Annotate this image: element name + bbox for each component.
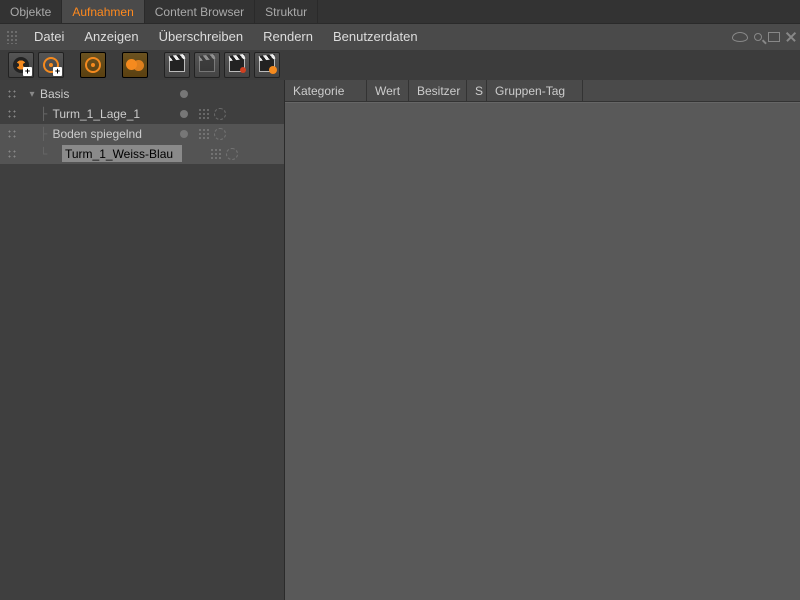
tree-row-root[interactable]: ▾ Basis xyxy=(0,84,284,104)
menu-override[interactable]: Überschreiben xyxy=(149,24,254,50)
clapperboard-icon xyxy=(169,58,185,72)
visibility-dots-icon[interactable] xyxy=(6,108,18,120)
take-label[interactable]: Boden spiegelnd xyxy=(52,127,141,141)
menu-userdata[interactable]: Benutzerdaten xyxy=(323,24,428,50)
document-tabbar: Objekte Aufnahmen Content Browser Strukt… xyxy=(0,0,800,24)
take-label[interactable]: Basis xyxy=(40,87,69,101)
attributes-header: Kategorie Wert Besitzer S Gruppen-Tag xyxy=(285,80,800,102)
status-dot-icon[interactable] xyxy=(180,130,188,138)
render-queue-button[interactable] xyxy=(254,52,280,78)
visibility-dots-icon[interactable] xyxy=(6,148,18,160)
tab-objects[interactable]: Objekte xyxy=(0,0,62,23)
settings-icon[interactable] xyxy=(214,128,226,140)
clapperboard-reel-icon xyxy=(259,58,275,72)
takes-toolbar: + + xyxy=(0,50,800,80)
camera-target-icon xyxy=(85,57,101,73)
attributes-panel: Kategorie Wert Besitzer S Gruppen-Tag xyxy=(285,80,800,600)
tab-structure[interactable]: Struktur xyxy=(255,0,318,23)
menu-view[interactable]: Anzeigen xyxy=(74,24,148,50)
render-take-button[interactable] xyxy=(164,52,190,78)
tab-content-browser[interactable]: Content Browser xyxy=(145,0,255,23)
tree-branch-icon: ├ xyxy=(40,127,52,141)
status-dot-icon[interactable] xyxy=(180,110,188,118)
plus-badge-icon: + xyxy=(23,67,32,76)
attributes-body[interactable] xyxy=(285,102,800,600)
tab-takes[interactable]: Aufnahmen xyxy=(62,0,144,23)
auto-take-button[interactable] xyxy=(80,52,106,78)
new-child-take-button[interactable]: + xyxy=(38,52,64,78)
overlap-circles-icon xyxy=(126,58,144,72)
settings-icon[interactable] xyxy=(226,148,238,160)
col-group-tag[interactable]: Gruppen-Tag xyxy=(487,80,583,102)
visibility-icon[interactable] xyxy=(732,32,748,42)
expander-icon[interactable]: ▾ xyxy=(24,89,40,100)
close-icon[interactable] xyxy=(786,32,796,42)
tree-row-editing[interactable]: └ xyxy=(0,144,284,164)
col-category[interactable]: Kategorie xyxy=(285,80,367,102)
take-rename-input[interactable] xyxy=(62,145,182,162)
panel-menubar: Datei Anzeigen Überschreiben Rendern Ben… xyxy=(0,24,800,50)
render-all-takes-button[interactable] xyxy=(194,52,220,78)
takes-tree-panel: ▾ Basis ├ Turm_1_Lage_1 ├ Boden s xyxy=(0,80,285,600)
take-label[interactable]: Turm_1_Lage_1 xyxy=(52,107,140,121)
clapperboard-record-icon xyxy=(229,58,245,72)
settings-icon[interactable] xyxy=(214,108,226,120)
takes-tree[interactable]: ▾ Basis ├ Turm_1_Lage_1 ├ Boden s xyxy=(0,80,284,164)
layer-icon[interactable] xyxy=(210,148,222,160)
status-dot-icon[interactable] xyxy=(180,90,188,98)
maximize-icon[interactable] xyxy=(768,32,780,42)
tree-row[interactable]: ├ Turm_1_Lage_1 xyxy=(0,104,284,124)
col-s[interactable]: S xyxy=(467,80,487,102)
tree-row[interactable]: ├ Boden spiegelnd xyxy=(0,124,284,144)
menu-render[interactable]: Rendern xyxy=(253,24,323,50)
menu-file[interactable]: Datei xyxy=(24,24,74,50)
layer-icon[interactable] xyxy=(198,128,210,140)
clapperboard-dim-icon xyxy=(199,58,215,72)
visibility-dots-icon[interactable] xyxy=(6,128,18,140)
col-owner[interactable]: Besitzer xyxy=(409,80,467,102)
drag-grip-icon[interactable] xyxy=(6,30,18,44)
visibility-dots-icon[interactable] xyxy=(6,88,18,100)
search-icon[interactable] xyxy=(754,33,762,41)
override-mode-button[interactable] xyxy=(122,52,148,78)
tree-branch-icon: ├ xyxy=(40,107,52,121)
plus-badge-icon: + xyxy=(53,67,62,76)
render-marked-button[interactable] xyxy=(224,52,250,78)
tree-branch-icon: └ xyxy=(40,147,52,161)
col-value[interactable]: Wert xyxy=(367,80,409,102)
new-take-button[interactable]: + xyxy=(8,52,34,78)
layer-icon[interactable] xyxy=(198,108,210,120)
